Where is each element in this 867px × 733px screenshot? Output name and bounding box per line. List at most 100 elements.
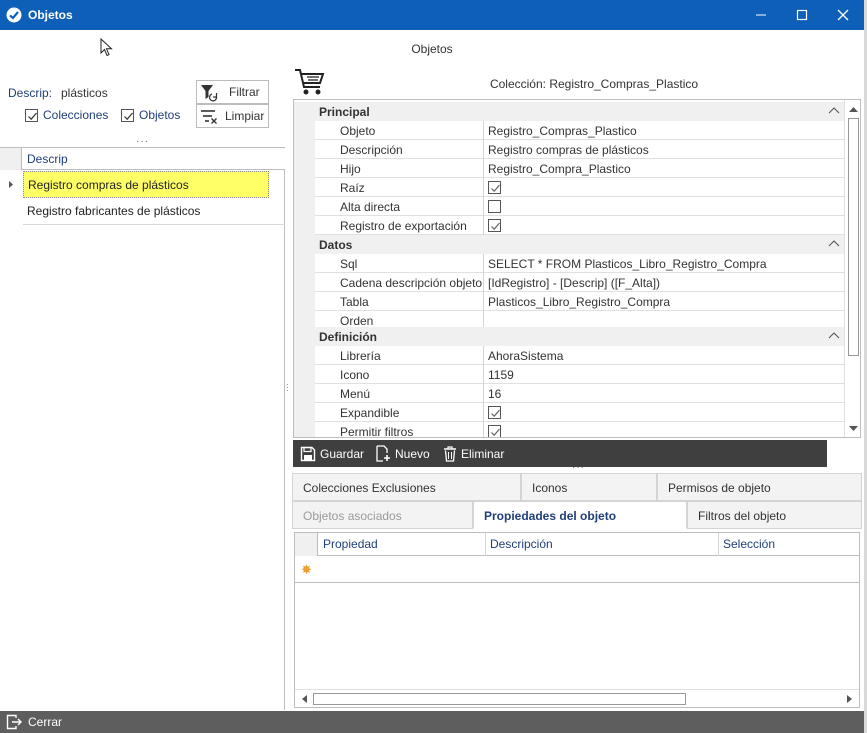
horizontal-scrollbar[interactable]	[295, 689, 859, 707]
property-grid-scrollbar[interactable]	[844, 100, 860, 437]
property-value[interactable]: Registro_Compra_Plastico	[484, 159, 844, 178]
property-value[interactable]	[484, 216, 844, 235]
eliminar-button[interactable]: Eliminar	[443, 440, 504, 467]
category-datos[interactable]: Datos	[294, 235, 844, 254]
column-header-seleccion[interactable]: Selección	[719, 533, 859, 556]
property-row[interactable]: Raíz	[294, 178, 844, 197]
checkmark-icon	[124, 112, 133, 121]
property-name: Expandible	[315, 403, 484, 422]
scroll-down-icon[interactable]	[848, 424, 859, 434]
filtrar-button[interactable]: Filtrar	[196, 80, 269, 104]
cerrar-button[interactable]: Cerrar	[6, 714, 62, 730]
property-value[interactable]	[484, 197, 844, 216]
tab-objetos-asociados[interactable]: Objetos asociados	[292, 501, 473, 529]
grid-cell[interactable]: Registro fabricantes de plásticos	[23, 198, 285, 225]
nuevo-button[interactable]: Nuevo	[375, 440, 430, 467]
tab-filtros-del-objeto[interactable]: Filtros del objeto	[687, 501, 862, 529]
descrip-input[interactable]: plásticos	[61, 86, 108, 100]
new-row[interactable]: ✸	[295, 556, 859, 583]
column-header-descrip[interactable]: Descrip	[27, 152, 68, 166]
colecciones-label: Colecciones	[43, 108, 109, 122]
scrollbar-thumb[interactable]	[313, 693, 686, 705]
tab-permisos-de-objeto[interactable]: Permisos de objeto	[657, 473, 862, 501]
guardar-button[interactable]: Guardar	[300, 440, 364, 467]
property-row[interactable]: Menú 16	[294, 384, 844, 403]
table-row[interactable]: Registro compras de plásticos	[0, 171, 285, 198]
minimize-button[interactable]	[740, 0, 782, 30]
maximize-button[interactable]	[781, 0, 823, 30]
checkmark-icon	[491, 409, 500, 418]
vertical-splitter-grip[interactable]: · · ·	[286, 380, 289, 395]
scroll-left-icon[interactable]	[299, 694, 309, 704]
row-gutter	[294, 403, 315, 422]
property-name: Descripción	[315, 140, 484, 159]
property-value[interactable]: SELECT * FROM Plasticos_Libro_Registro_C…	[484, 254, 844, 273]
tab-iconos[interactable]: Iconos	[521, 473, 657, 501]
property-value[interactable]: 16	[484, 384, 844, 403]
property-value[interactable]	[484, 422, 844, 437]
row-gutter	[294, 422, 315, 437]
property-name: Cadena descripción objeto	[315, 273, 484, 292]
property-row[interactable]: Registro de exportación	[294, 216, 844, 235]
close-icon	[837, 9, 849, 21]
checkmark-icon	[491, 222, 500, 231]
property-row[interactable]: Cadena descripción objeto [IdRegistro] - …	[294, 273, 844, 292]
property-row[interactable]: Permitir filtros	[294, 422, 844, 437]
property-checkbox[interactable]	[488, 406, 501, 419]
property-row[interactable]: Alta directa	[294, 197, 844, 216]
row-gutter	[294, 121, 315, 140]
property-value[interactable]: 1159	[484, 365, 844, 384]
tab-colecciones-exclusiones[interactable]: Colecciones Exclusiones	[292, 473, 521, 501]
row-selector-header	[295, 533, 318, 556]
close-window-button[interactable]	[822, 0, 864, 30]
collapse-icon[interactable]	[828, 238, 840, 248]
property-row[interactable]: Tabla Plasticos_Libro_Registro_Compra	[294, 292, 844, 311]
property-row[interactable]: Descripción Registro compras de plásticos	[294, 140, 844, 159]
tab-propiedades-del-objeto[interactable]: Propiedades del objeto	[473, 501, 687, 529]
column-header-descripcion[interactable]: Descripción	[486, 533, 719, 556]
property-name: Tabla	[315, 292, 484, 311]
row-gutter	[294, 216, 315, 235]
property-value[interactable]: Plasticos_Libro_Registro_Compra	[484, 292, 844, 311]
property-value[interactable]	[484, 178, 844, 197]
property-row[interactable]: Expandible	[294, 403, 844, 422]
property-row[interactable]: Librería AhoraSistema	[294, 346, 844, 365]
limpiar-button[interactable]: Limpiar	[196, 104, 269, 128]
collapse-icon[interactable]	[828, 330, 840, 340]
category-definición[interactable]: Definición	[294, 327, 844, 346]
eliminar-label: Eliminar	[461, 446, 505, 461]
table-row[interactable]: Registro fabricantes de plásticos	[0, 198, 285, 225]
grid-cell[interactable]: Registro compras de plásticos	[23, 171, 269, 198]
property-row[interactable]: Hijo Registro_Compra_Plastico	[294, 159, 844, 178]
row-gutter	[294, 159, 315, 178]
splitter-grip[interactable]: ···	[572, 462, 585, 473]
property-value[interactable]	[484, 403, 844, 422]
property-grid: Principal Objeto Registro_Compras_Plastico…	[293, 99, 861, 438]
checkmark-icon	[491, 184, 500, 193]
property-row[interactable]: Objeto Registro_Compras_Plastico	[294, 121, 844, 140]
scroll-up-icon[interactable]	[848, 104, 859, 114]
property-checkbox[interactable]	[488, 181, 501, 194]
property-name: Raíz	[315, 178, 484, 197]
property-value-text: Registro_Compra_Plastico	[488, 162, 631, 176]
column-header-propiedad[interactable]: Propiedad	[319, 533, 486, 556]
property-value[interactable]: [IdRegistro] - [Descrip] ([F_Alta])	[484, 273, 844, 292]
property-row[interactable]: Sql SELECT * FROM Plasticos_Libro_Registr…	[294, 254, 844, 273]
property-value[interactable]: Registro_Compras_Plastico	[484, 121, 844, 140]
property-value[interactable]: Registro compras de plásticos	[484, 140, 844, 159]
objetos-checkbox[interactable]	[121, 109, 134, 122]
colecciones-checkbox[interactable]	[25, 109, 38, 122]
grid-header: Descrip	[0, 147, 285, 170]
scrollbar-thumb[interactable]	[848, 118, 859, 356]
category-principal[interactable]: Principal	[294, 102, 844, 121]
property-value-text: SELECT * FROM Plasticos_Libro_Registro_C…	[488, 257, 767, 271]
property-checkbox[interactable]	[488, 425, 501, 437]
row-gutter	[294, 365, 315, 384]
property-checkbox[interactable]	[488, 219, 501, 232]
splitter-grip[interactable]: ···	[136, 136, 149, 147]
property-row[interactable]: Icono 1159	[294, 365, 844, 384]
collapse-icon[interactable]	[828, 105, 840, 115]
property-value[interactable]: AhoraSistema	[484, 346, 844, 365]
scroll-right-icon[interactable]	[845, 694, 855, 704]
property-checkbox[interactable]	[488, 200, 501, 213]
